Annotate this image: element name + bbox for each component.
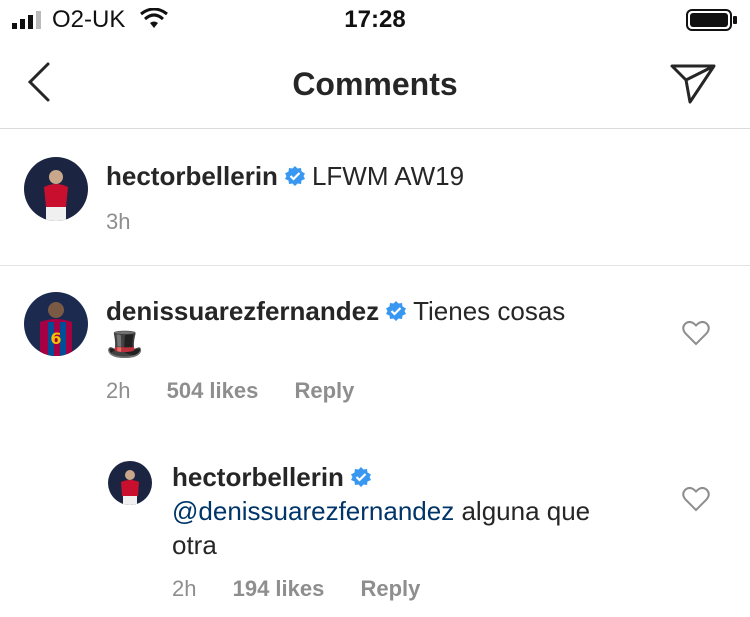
caption-time: 3h [106,209,131,234]
avatar[interactable]: 6 [24,292,88,356]
send-icon[interactable] [668,62,718,106]
reply-button[interactable]: Reply [360,576,420,601]
svg-text:6: 6 [50,329,61,348]
reply-time: 2h [172,576,197,601]
reply-username[interactable]: hectorbellerin [172,462,344,492]
status-bar: O2-UK 17:28 [0,0,750,40]
avatar[interactable] [24,157,88,221]
verified-icon [386,301,407,322]
mention-link[interactable]: @denissuarezfernandez [172,496,454,526]
comment-text: denissuarezfernandez Tienes cosas 🎩 [106,294,666,362]
caption-username[interactable]: hectorbellerin [106,161,278,191]
verified-icon [284,166,305,187]
top-hat-emoji: 🎩 [106,328,144,361]
comment-username[interactable]: denissuarezfernandez [106,296,379,326]
reply-body-line1: alguna que [454,496,591,526]
heart-icon[interactable] [682,486,710,512]
avatar[interactable] [108,461,152,505]
reply-meta: 2h 194 likes Reply [172,576,450,602]
likes-count[interactable]: 504 likes [167,378,259,403]
comment-time: 2h [106,378,131,403]
reply-text: hectorbellerin @denissuarezfernandez alg… [172,460,652,562]
caption-body: LFWM AW19 [311,161,465,191]
verified-icon [350,467,371,488]
reply-body-line2: otra [172,530,217,560]
caption-meta: 3h [106,209,160,235]
battery-icon [686,9,737,31]
nav-bar: Comments [0,40,750,129]
comment-meta: 2h 504 likes Reply [106,378,384,404]
reply-button[interactable]: Reply [294,378,354,403]
heart-icon[interactable] [682,320,710,346]
caption-text: hectorbellerin LFWM AW19 [106,159,464,193]
likes-count[interactable]: 194 likes [233,576,325,601]
clock: 17:28 [344,6,406,33]
page-title: Comments [292,66,458,102]
post-caption: hectorbellerin LFWM AW19 3h [0,129,750,266]
comment-body: Tienes cosas [413,296,566,326]
